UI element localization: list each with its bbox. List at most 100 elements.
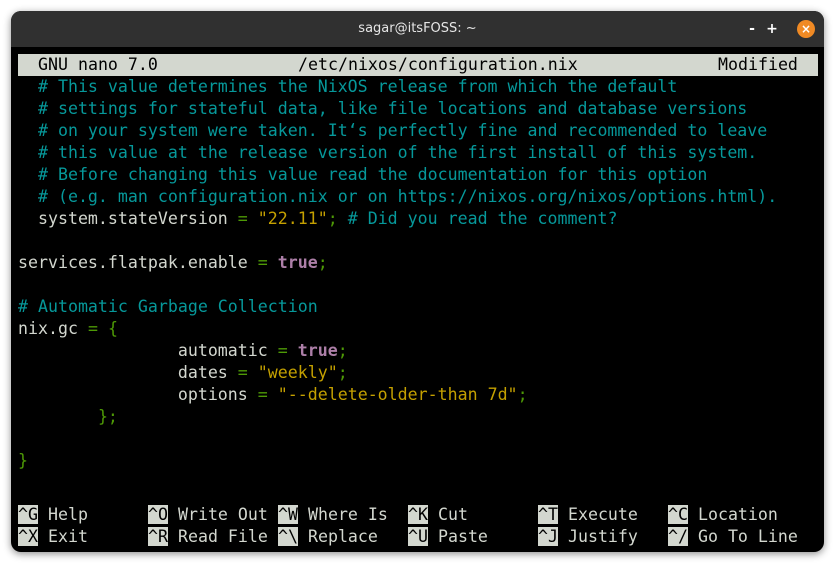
terminal-window: sagar@itsFOSS: ~ - + × GNU nano 7.0 /etc… bbox=[11, 11, 824, 552]
shortcut-label: Cut bbox=[427, 505, 468, 524]
shortcut-replace[interactable]: ^\ Replace bbox=[278, 526, 378, 548]
shortcut-go-to-line[interactable]: ^/ Go To Line bbox=[668, 526, 798, 548]
close-button[interactable]: × bbox=[797, 20, 815, 38]
shortcut-key: ^G bbox=[18, 505, 38, 524]
shortcut-key: ^J bbox=[538, 527, 558, 546]
code-token-op: ; bbox=[337, 341, 348, 360]
code-token-def bbox=[18, 99, 38, 118]
code-line[interactable]: options = "--delete-older-than 7d"; bbox=[18, 384, 528, 406]
minimize-button[interactable]: - bbox=[743, 20, 761, 38]
maximize-button[interactable]: + bbox=[763, 20, 781, 38]
code-token-def bbox=[248, 363, 258, 382]
code-token-op: = bbox=[237, 209, 248, 228]
shortcut-exit[interactable]: ^X Exit bbox=[18, 526, 88, 548]
shortcut-label: Justify bbox=[557, 527, 638, 546]
code-line[interactable]: services.flatpak.enable = true; bbox=[18, 252, 328, 274]
nano-status-bar: GNU nano 7.0 /etc/nixos/configuration.ni… bbox=[18, 54, 818, 76]
code-line[interactable]: }; bbox=[18, 406, 118, 428]
code-token-def: dates bbox=[18, 363, 238, 382]
code-line[interactable]: nix.gc = { bbox=[18, 318, 118, 340]
shortcut-key: ^\ bbox=[278, 527, 298, 546]
window-title: sagar@itsFOSS: ~ bbox=[358, 21, 477, 36]
code-token-def bbox=[18, 77, 38, 96]
shortcut-label: Execute bbox=[557, 505, 638, 524]
code-token-def bbox=[98, 319, 108, 338]
code-line[interactable]: # this value at the release version of t… bbox=[18, 142, 757, 164]
modified-indicator: Modified bbox=[718, 55, 798, 74]
code-token-def bbox=[288, 341, 298, 360]
title-bar[interactable]: sagar@itsFOSS: ~ - + × bbox=[11, 11, 824, 47]
shortcut-location[interactable]: ^C Location bbox=[668, 504, 778, 526]
code-token-comment: # this value at the release version of t… bbox=[37, 143, 758, 162]
shortcut-label: Help bbox=[37, 505, 88, 524]
shortcut-key: ^O bbox=[148, 505, 168, 524]
code-line[interactable]: # settings for stateful data, like file … bbox=[18, 98, 747, 120]
code-token-op: = bbox=[87, 319, 98, 338]
code-line[interactable]: } bbox=[18, 450, 28, 472]
shortcut-paste[interactable]: ^U Paste bbox=[408, 526, 488, 548]
shortcut-label: Paste bbox=[427, 527, 488, 546]
shortcut-key: ^C bbox=[668, 505, 688, 524]
code-token-def bbox=[18, 165, 38, 184]
code-token-str: "--delete-older-than 7d" bbox=[277, 385, 518, 404]
shortcut-cut[interactable]: ^K Cut bbox=[408, 504, 468, 526]
code-token-comment: # settings for stateful data, like file … bbox=[37, 99, 748, 118]
code-token-comment: # This value determines the NixOS releas… bbox=[37, 77, 678, 96]
shortcut-label: Replace bbox=[297, 527, 378, 546]
code-token-def bbox=[18, 143, 38, 162]
shortcut-label: Location bbox=[687, 505, 778, 524]
nano-version: GNU nano 7.0 bbox=[38, 55, 158, 74]
shortcut-key: ^X bbox=[18, 527, 38, 546]
shortcut-read-file[interactable]: ^R Read File bbox=[148, 526, 268, 548]
code-line[interactable]: # (e.g. man configuration.nix or on http… bbox=[18, 186, 777, 208]
shortcut-key: ^U bbox=[408, 527, 428, 546]
shortcut-key: ^R bbox=[148, 527, 168, 546]
code-token-op: ; bbox=[517, 385, 528, 404]
terminal-content[interactable]: GNU nano 7.0 /etc/nixos/configuration.ni… bbox=[18, 54, 818, 546]
code-token-def bbox=[248, 209, 258, 228]
code-token-comment: # on your system were taken. It‘s perfec… bbox=[37, 121, 768, 140]
shortcut-label: Write Out bbox=[167, 505, 268, 524]
code-token-op: ; bbox=[317, 253, 328, 272]
code-token-str: "22.11" bbox=[257, 209, 328, 228]
code-token-kw: true bbox=[297, 341, 338, 360]
code-token-def bbox=[268, 253, 278, 272]
code-token-def: system.stateVersion bbox=[18, 209, 238, 228]
code-token-comment: # Did you read the comment? bbox=[347, 209, 618, 228]
shortcut-justify[interactable]: ^J Justify bbox=[538, 526, 638, 548]
shortcut-label: Read File bbox=[167, 527, 268, 546]
code-token-op: ; bbox=[327, 209, 348, 228]
code-token-def: options bbox=[18, 385, 258, 404]
code-token-op: ; bbox=[337, 363, 348, 382]
shortcut-key: ^T bbox=[538, 505, 558, 524]
code-token-comment: # Before changing this value read the do… bbox=[37, 165, 708, 184]
code-token-op: = bbox=[257, 253, 268, 272]
code-line[interactable]: # Automatic Garbage Collection bbox=[18, 296, 318, 318]
code-token-def: nix.gc bbox=[18, 319, 88, 338]
shortcut-help[interactable]: ^G Help bbox=[18, 504, 88, 526]
shortcut-key: ^K bbox=[408, 505, 428, 524]
code-token-def bbox=[18, 121, 38, 140]
code-line[interactable]: system.stateVersion = "22.11"; # Did you… bbox=[18, 208, 618, 230]
code-line[interactable]: automatic = true; bbox=[18, 340, 348, 362]
code-line[interactable]: # on your system were taken. It‘s perfec… bbox=[18, 120, 767, 142]
shortcut-execute[interactable]: ^T Execute bbox=[538, 504, 638, 526]
code-line[interactable]: dates = "weekly"; bbox=[18, 362, 348, 384]
shortcut-label: Where Is bbox=[297, 505, 388, 524]
shortcut-key: ^/ bbox=[668, 527, 688, 546]
code-token-op: = bbox=[257, 385, 268, 404]
code-token-def bbox=[268, 385, 278, 404]
code-token-str: "weekly" bbox=[257, 363, 338, 382]
shortcut-key: ^W bbox=[278, 505, 298, 524]
code-token-comment: # Automatic Garbage Collection bbox=[18, 297, 318, 316]
code-token-def bbox=[18, 187, 38, 206]
shortcut-label: Go To Line bbox=[687, 527, 798, 546]
code-line[interactable]: # This value determines the NixOS releas… bbox=[18, 76, 677, 98]
code-token-op: = bbox=[237, 363, 248, 382]
code-token-op: } bbox=[18, 451, 28, 470]
shortcut-write-out[interactable]: ^O Write Out bbox=[148, 504, 268, 526]
code-token-op: { bbox=[107, 319, 118, 338]
code-token-comment: # (e.g. man configuration.nix or on http… bbox=[37, 187, 778, 206]
code-line[interactable]: # Before changing this value read the do… bbox=[18, 164, 707, 186]
shortcut-where-is[interactable]: ^W Where Is bbox=[278, 504, 388, 526]
